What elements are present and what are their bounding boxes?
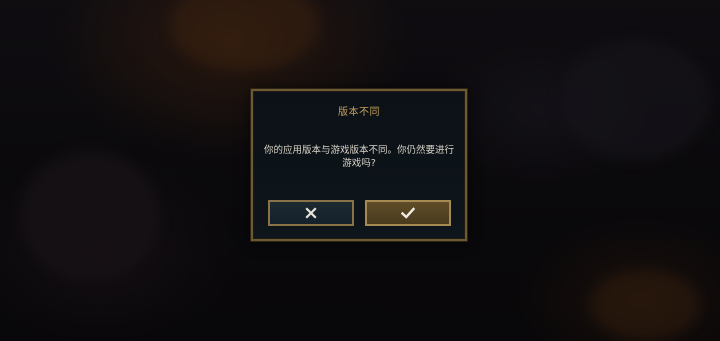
version-mismatch-dialog: 版本不同 你的应用版本与游戏版本不同。你仍然要进行游戏吗? [250,88,468,242]
close-icon [305,207,317,219]
check-icon [401,207,415,219]
confirm-button[interactable] [365,200,451,226]
game-background: 版本不同 你的应用版本与游戏版本不同。你仍然要进行游戏吗? [0,0,720,341]
dialog-title: 版本不同 [338,107,380,118]
cancel-button[interactable] [268,200,354,226]
dialog-message: 你的应用版本与游戏版本不同。你仍然要进行游戏吗? [263,145,454,169]
